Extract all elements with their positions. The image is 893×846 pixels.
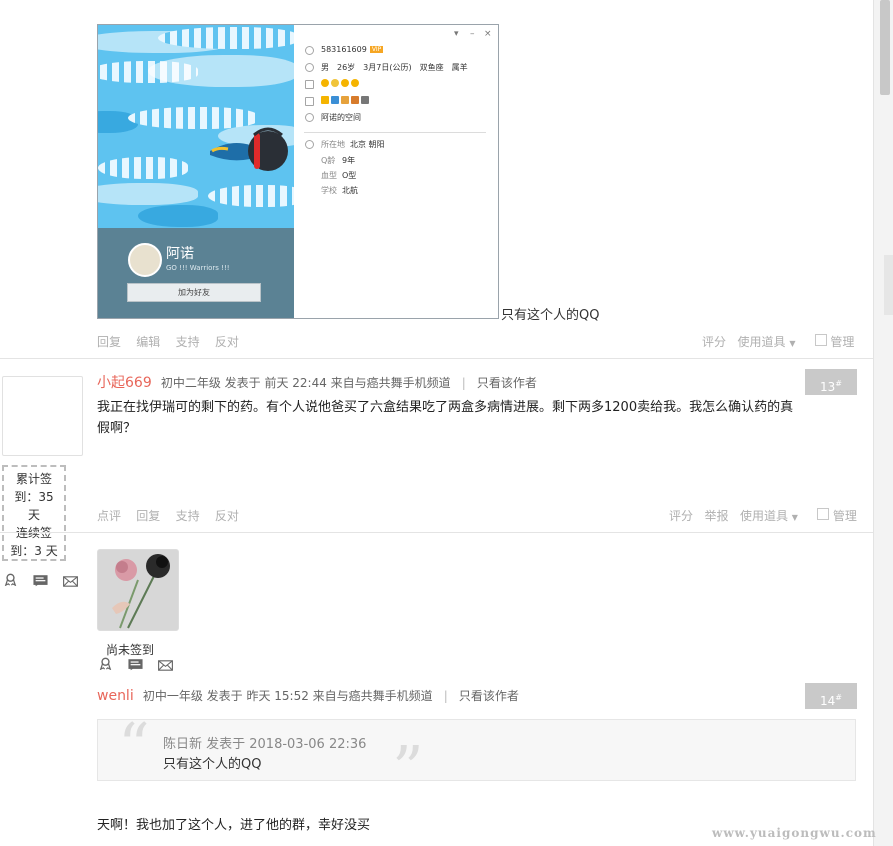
signin-status: 尚未签到: [106, 643, 155, 657]
username-link[interactable]: 小起669: [97, 375, 152, 391]
quote-meta: 陈日新 发表于 2018-03-06 22:36: [163, 737, 367, 752]
vip-badge: VIP: [369, 46, 384, 53]
qq-profile-line: 男 26岁 3月7日(公历) 双鱼座 属羊: [321, 63, 468, 72]
post-actions-left: 回复 编辑 支持 反对: [97, 333, 239, 350]
qq-signature: GO !!! Warriors !!!: [166, 264, 230, 272]
person-icon: [305, 63, 314, 72]
school-label: 学校: [321, 186, 337, 195]
add-friend-button: 加为好友: [127, 283, 261, 302]
scrollbar-thumb[interactable]: [880, 0, 890, 95]
manage-checkbox[interactable]: [817, 508, 830, 520]
qq-space-link: 阿诺的空间: [321, 113, 361, 122]
qq-close-icon: ×: [484, 29, 492, 39]
content-line: 假啊？: [97, 421, 137, 436]
location-value: 北京 朝阳: [350, 140, 385, 149]
rate-link[interactable]: 评分: [702, 335, 726, 349]
post-content: 我正在找伊瑞可的剩下的药。有个人说他爸买了六盒结果吃了两盒多病情进展。剩下两多1…: [97, 397, 857, 439]
qq-minimize-icon: –: [470, 29, 475, 39]
message-icon[interactable]: [63, 575, 78, 588]
signin-line: 累计签: [15, 472, 52, 486]
reply-link[interactable]: 回复: [136, 509, 160, 523]
signin-line: 连续签: [15, 526, 52, 540]
signin-stats: 累计签 到：35 天 连续签 到：3 天: [2, 465, 66, 561]
penguin-mascot: [210, 127, 288, 171]
blood-value: O型: [342, 171, 357, 180]
qq-profile-screenshot: 阿诺 GO !!! Warriors !!! 加为好友 ▾ – × 583161…: [97, 24, 499, 319]
info-icon: [305, 140, 314, 149]
post-meta: 初中一年级 发表于 昨天 15:52 来自与癌共舞手机频道: [142, 689, 433, 703]
signin-line: 天: [27, 508, 40, 522]
qq-penguin-icon: [305, 46, 314, 55]
post-content: 天啊！我也加了这个人，进了他的群，幸好没买: [97, 818, 371, 833]
content-line: 我正在找伊瑞可的剩下的药。有个人说他爸买了六盒结果吃了两盒多病情进展。剩下两多1…: [97, 400, 794, 415]
profile-card-icon[interactable]: [128, 658, 143, 671]
username-link[interactable]: wenli: [97, 688, 134, 704]
support-link[interactable]: 支持: [176, 509, 200, 523]
medal-icon[interactable]: [98, 657, 113, 670]
location-label: 所在地: [321, 140, 345, 149]
qq-menu-icon: ▾: [454, 29, 459, 39]
open-quote-icon: “: [118, 709, 150, 782]
avatar[interactable]: [97, 549, 179, 631]
reply-link[interactable]: 回复: [97, 335, 121, 349]
post-meta: 初中二年级 发表于 前天 22:44 来自与癌共舞手机频道: [160, 376, 451, 390]
signin-line: 到：3 天: [10, 544, 58, 558]
blood-label: 血型: [321, 171, 337, 180]
post-divider: [0, 358, 873, 359]
qq-number: 583161609: [321, 45, 367, 54]
rate-link[interactable]: 评分: [669, 509, 693, 523]
comment-link[interactable]: 点评: [97, 509, 121, 523]
star-icon: [305, 113, 314, 122]
qq-nickname: 阿诺: [166, 246, 194, 262]
school-value: 北航: [342, 186, 358, 195]
scrollbar-track[interactable]: [873, 0, 893, 846]
post-divider: [0, 532, 873, 533]
site-watermark: www.yuaigongwu.com: [712, 826, 877, 840]
avatar[interactable]: [2, 376, 83, 456]
manage-link[interactable]: 管理: [830, 335, 854, 349]
scroll-marker: [884, 255, 893, 315]
avatar-flower-image: [98, 550, 178, 630]
use-item-link[interactable]: 使用道具: [737, 335, 785, 349]
oppose-link[interactable]: 反对: [215, 335, 239, 349]
floor-badge[interactable]: 13#: [805, 369, 857, 395]
floor-badge[interactable]: 14#: [805, 683, 857, 709]
qq-divider: [304, 132, 486, 133]
manage-link[interactable]: 管理: [833, 509, 857, 523]
post-header: 小起669 初中二年级 发表于 前天 22:44 来自与癌共舞手机频道 | 只看…: [97, 375, 537, 391]
quote-text: 只有这个人的QQ: [163, 757, 262, 772]
message-icon[interactable]: [158, 659, 173, 672]
support-link[interactable]: 支持: [176, 335, 200, 349]
oppose-link[interactable]: 反对: [215, 509, 239, 523]
close-quote-icon: ”: [392, 732, 424, 805]
post-header: wenli 初中一年级 发表于 昨天 15:52 来自与癌共舞手机频道 | 只看…: [97, 688, 519, 704]
report-link[interactable]: 举报: [704, 509, 728, 523]
qage-label: Q龄: [321, 156, 336, 165]
post-actions-right: 评分 使用道具 ▼ 管理: [702, 333, 854, 350]
manage-checkbox[interactable]: [814, 334, 827, 346]
signin-line: 到：35: [14, 490, 54, 504]
only-author-link[interactable]: 只看该作者: [477, 376, 537, 390]
qq-profile-panel: [98, 228, 294, 318]
post-caption: 只有这个人的QQ: [501, 308, 600, 323]
post-actions-right: 评分 举报 使用道具 ▼ 管理: [669, 507, 857, 524]
post-actions-left: 点评 回复 支持 反对: [97, 507, 239, 524]
chevron-down-icon: ▼: [789, 339, 796, 348]
edit-link[interactable]: 编辑: [136, 335, 160, 349]
qage-value: 9年: [342, 156, 356, 165]
level-icon: [305, 80, 314, 89]
chevron-down-icon: ▼: [791, 513, 798, 522]
medal-icon[interactable]: [3, 573, 18, 586]
profile-card-icon[interactable]: [33, 574, 48, 587]
qq-service-icons: [321, 95, 371, 104]
use-item-link[interactable]: 使用道具: [740, 509, 788, 523]
qq-avatar: [128, 243, 162, 277]
only-author-link[interactable]: 只看该作者: [459, 689, 519, 703]
qq-level-stars: [321, 78, 361, 87]
home-icon: [305, 97, 314, 106]
